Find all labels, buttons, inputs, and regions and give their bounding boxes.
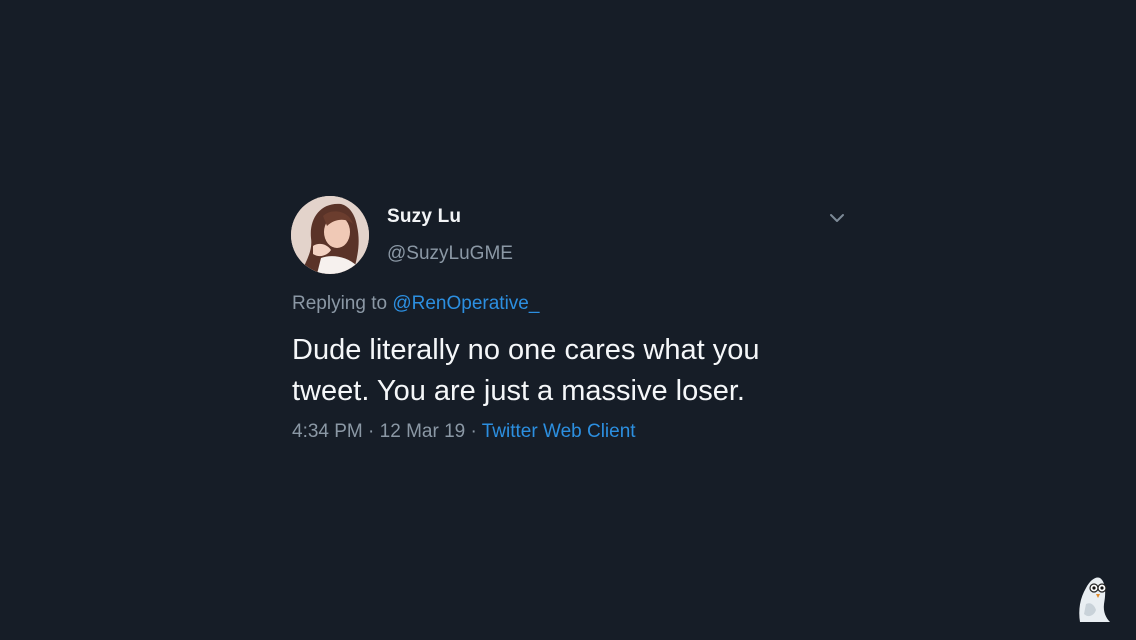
chevron-down-icon[interactable]: [827, 210, 847, 226]
tweet-text: Dude literally no one cares what you twe…: [292, 330, 847, 412]
tweet-text-line: Dude literally no one cares what you: [292, 334, 760, 366]
tweet-meta: 4:34 PM · 12 Mar 19 · Twitter Web Client: [292, 421, 636, 443]
user-handle[interactable]: @SuzyLuGME: [387, 243, 513, 265]
tweet-date[interactable]: 12 Mar 19: [380, 421, 466, 442]
meta-separator: ·: [470, 421, 477, 442]
tweet-source-link[interactable]: Twitter Web Client: [482, 421, 636, 442]
tweet-card: Suzy Lu @SuzyLuGME Replying to @RenOpera…: [291, 196, 851, 456]
profile-photo-icon: [291, 196, 369, 274]
tweet-time[interactable]: 4:34 PM: [292, 421, 363, 442]
replying-to-label: Replying to: [292, 293, 388, 314]
display-name[interactable]: Suzy Lu: [387, 206, 461, 228]
tweet-text-line: tweet. You are just a massive loser.: [292, 375, 745, 407]
reply-context: Replying to @RenOperative_: [292, 293, 539, 315]
meta-separator: ·: [368, 421, 375, 442]
ghost-mascot-icon: [1072, 574, 1112, 624]
avatar[interactable]: [291, 196, 369, 274]
reply-mention-link[interactable]: @RenOperative_: [392, 293, 539, 314]
